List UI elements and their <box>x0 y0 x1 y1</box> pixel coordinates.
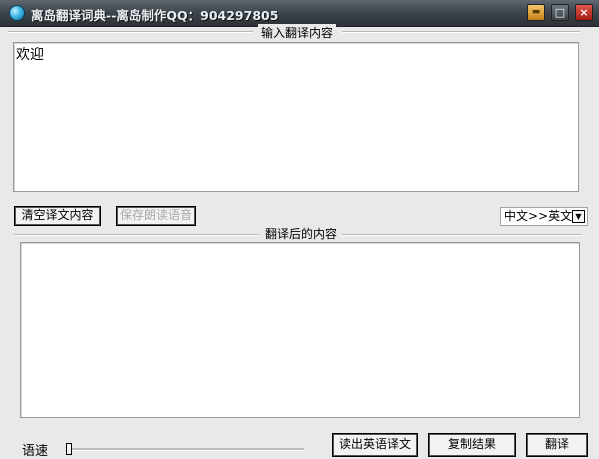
chevron-down-icon[interactable]: ▼ <box>572 210 585 223</box>
close-button[interactable]: × <box>575 4 593 21</box>
copy-result-button[interactable]: 复制结果 <box>428 433 516 457</box>
read-english-button[interactable]: 读出英语译文 <box>332 433 418 457</box>
clear-translation-button[interactable]: 清空译文内容 <box>14 206 101 226</box>
input-group-border-right <box>342 31 580 33</box>
output-group-border-right <box>342 234 582 236</box>
output-group-border-left <box>14 234 259 236</box>
window-title: 离岛翻译词典--离岛制作QQ：904297805 <box>31 8 279 23</box>
close-icon: × <box>579 6 589 19</box>
speed-slider-thumb[interactable] <box>66 443 72 455</box>
speed-slider-track[interactable] <box>66 448 304 451</box>
speed-label: 语速 <box>22 444 49 459</box>
menu-button[interactable]: ▬ <box>527 4 545 21</box>
language-direction-select[interactable]: 中文>>英文 ▼ <box>500 207 588 226</box>
input-group-border-left <box>8 31 253 33</box>
window-client: 输入翻译内容 欢迎 清空译文内容 保存朗读语音 中文>>英文 ▼ 翻译后的内容 … <box>0 24 599 459</box>
save-voice-button[interactable]: 保存朗读语音 <box>116 206 196 226</box>
input-group-caption: 输入翻译内容 <box>258 24 337 41</box>
maximize-button[interactable]: □ <box>551 4 569 21</box>
output-group-caption: 翻译后的内容 <box>262 225 341 242</box>
globe-icon <box>9 5 25 21</box>
language-direction-value: 中文>>英文 <box>504 209 573 223</box>
translate-button[interactable]: 翻译 <box>526 433 588 457</box>
title-bar[interactable]: 离岛翻译词典--离岛制作QQ：904297805 ▬ □ × <box>0 0 599 27</box>
menu-icon: ▬ <box>531 7 541 17</box>
maximize-icon: □ <box>554 6 566 19</box>
output-text-area[interactable] <box>20 242 580 418</box>
input-text-area[interactable]: 欢迎 <box>13 42 579 192</box>
